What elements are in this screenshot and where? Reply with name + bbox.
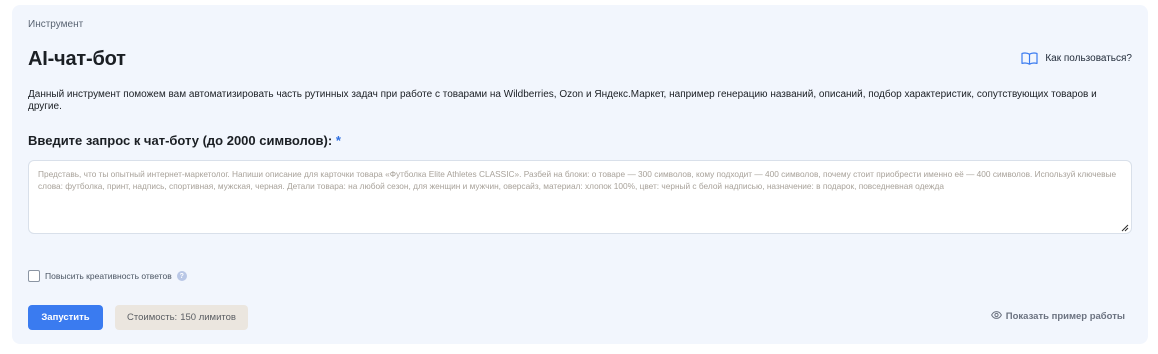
- tool-card: Инструмент AI-чат-бот Как пользоваться? …: [12, 5, 1148, 344]
- run-button[interactable]: Запустить: [28, 305, 103, 330]
- prompt-label: Введите запрос к чат-боту (до 2000 симво…: [28, 133, 341, 148]
- how-to-use-link[interactable]: Как пользоваться?: [1021, 52, 1132, 65]
- how-to-use-label: Как пользоваться?: [1045, 53, 1132, 64]
- book-icon: [1021, 52, 1038, 65]
- show-example-link[interactable]: Показать пример работы: [990, 311, 1125, 322]
- resize-handle-icon[interactable]: [1121, 223, 1129, 232]
- creativity-checkbox[interactable]: [28, 270, 40, 282]
- tool-description: Данный инструмент поможем вам автоматизи…: [28, 89, 1097, 112]
- cost-badge: Стоимость: 150 лимитов: [115, 305, 248, 330]
- prompt-input[interactable]: Представь, что ты опытный интернет-марке…: [28, 160, 1132, 234]
- question-icon[interactable]: ?: [176, 271, 187, 281]
- eye-icon: [990, 311, 1002, 322]
- show-example-label: Показать пример работы: [1005, 311, 1125, 322]
- prompt-placeholder: Представь, что ты опытный интернет-марке…: [38, 169, 1117, 191]
- breadcrumb: Инструмент: [28, 19, 84, 30]
- creativity-label: Повысить креативность ответов: [45, 271, 172, 281]
- required-mark: *: [335, 133, 341, 148]
- creativity-option: Повысить креативность ответов ?: [28, 270, 187, 282]
- cost-value: 150 лимитов: [180, 312, 236, 323]
- prompt-label-text: Введите запрос к чат-боту (до 2000 симво…: [28, 133, 333, 148]
- page-title: AI-чат-бот: [28, 48, 126, 70]
- cost-label: Стоимость:: [127, 312, 178, 323]
